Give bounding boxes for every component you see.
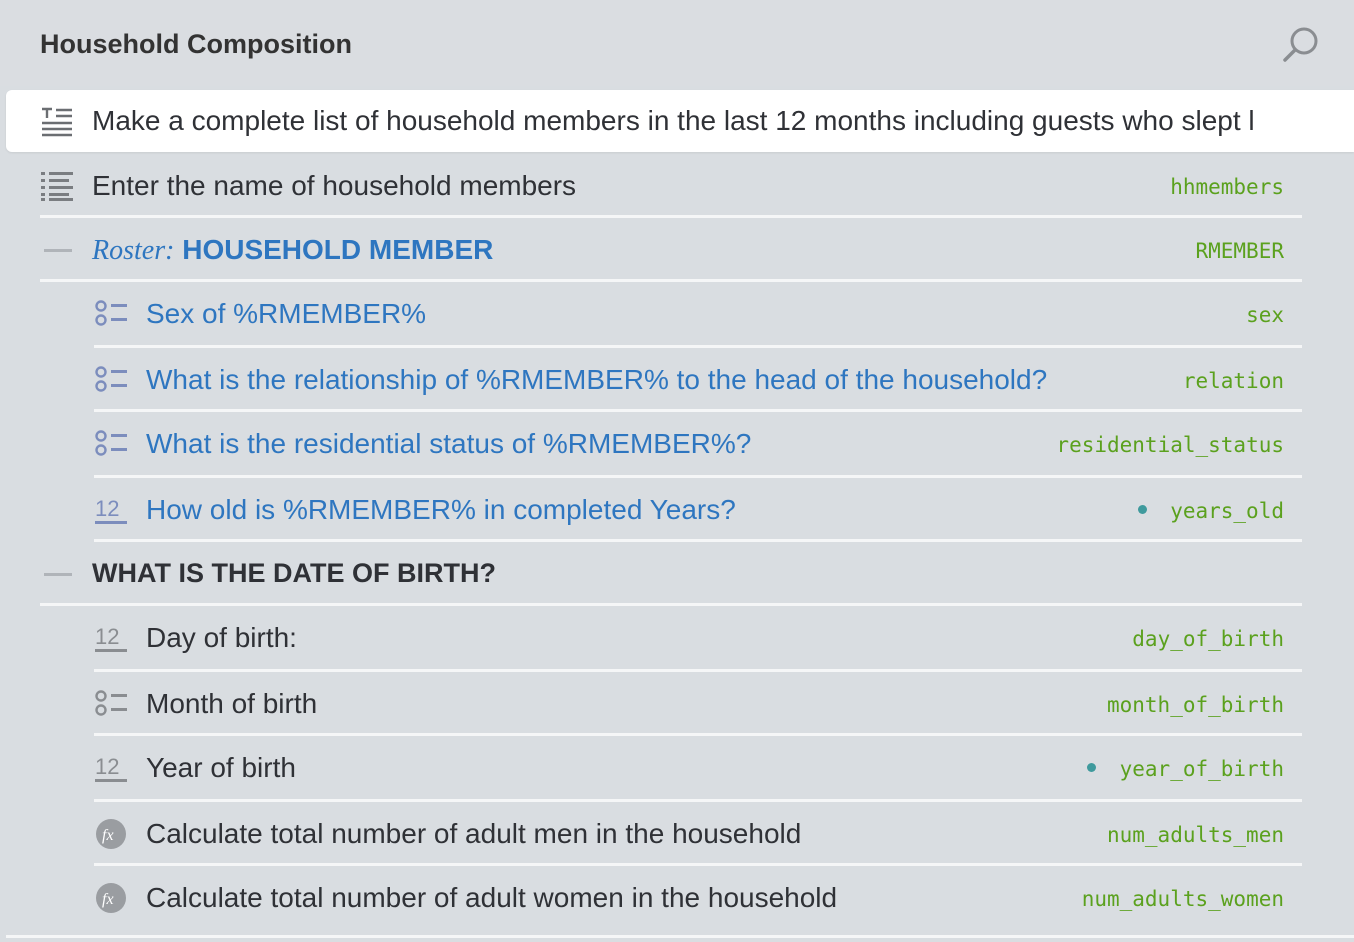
svg-text:fx: fx	[102, 827, 114, 844]
variable-fx-icon: fx	[96, 819, 126, 849]
question-row-sex[interactable]: Sex of %RMEMBER% sex	[94, 282, 1284, 344]
svg-text:12: 12	[95, 754, 119, 779]
variable-name: sex	[1246, 303, 1284, 327]
collapse-icon[interactable]	[44, 558, 78, 590]
variable-name: num_adults_men	[1106, 823, 1284, 847]
svg-text:fx: fx	[102, 891, 114, 908]
numeric-icon: 12	[95, 754, 127, 782]
section-title: Household Composition	[40, 29, 352, 59]
question-row-hhmembers[interactable]: Enter the name of household members hhme…	[40, 154, 1284, 216]
numeric-icon: 12	[95, 496, 127, 524]
question-text: Month of birth	[146, 688, 318, 719]
variable-text: Calculate total number of adult men in t…	[146, 818, 802, 849]
question-text: How old is %RMEMBER% in completed Years?	[146, 494, 736, 525]
roster-title: Roster: HOUSEHOLD MEMBER	[92, 234, 493, 267]
question-row-month-of-birth[interactable]: Month of birth month_of_birth	[94, 672, 1284, 734]
static-text-row[interactable]: Make a complete list of household member…	[6, 90, 1354, 152]
question-row-relation[interactable]: What is the relationship of %RMEMBER% to…	[94, 348, 1284, 410]
row-divider	[6, 935, 1354, 938]
list-question-icon	[41, 172, 73, 201]
roster-prefix: Roster:	[92, 235, 175, 266]
question-row-residential-status[interactable]: What is the residential status of %RMEMB…	[94, 412, 1284, 474]
question-row-years-old[interactable]: 12 How old is %RMEMBER% in completed Yea…	[94, 478, 1284, 540]
group-row[interactable]: WHAT IS THE DATE OF BIRTH?	[40, 542, 1284, 604]
collapse-icon[interactable]	[44, 234, 78, 266]
section-header: Household Composition	[0, 0, 1354, 86]
variable-name: month_of_birth	[1106, 693, 1284, 717]
single-select-icon	[95, 366, 127, 392]
numeric-icon: 12	[95, 624, 127, 652]
single-select-icon	[95, 430, 127, 456]
question-text: Day of birth:	[146, 622, 297, 653]
variable-text: Calculate total number of adult women in…	[146, 882, 838, 913]
question-text: What is the relationship of %RMEMBER% to…	[146, 364, 1048, 395]
variable-name: hhmembers	[1170, 175, 1284, 199]
variable-fx-icon: fx	[96, 883, 126, 913]
variable-row-num-adults-women[interactable]: fx Calculate total number of adult women…	[94, 866, 1284, 928]
variable-name: num_adults_women	[1081, 887, 1284, 911]
variable-name: day_of_birth	[1132, 627, 1284, 651]
roster-name: HOUSEHOLD MEMBER	[182, 234, 494, 265]
question-text: Year of birth	[146, 752, 296, 783]
variable-name: residential_status	[1056, 433, 1284, 457]
variable-name: year_of_birth	[1119, 757, 1284, 781]
variable-name: years_old	[1170, 499, 1284, 523]
static-text: Make a complete list of household member…	[92, 105, 1255, 136]
question-row-day-of-birth[interactable]: 12 Day of birth: day_of_birth	[94, 606, 1284, 668]
svg-text:12: 12	[95, 624, 119, 649]
question-text: Sex of %RMEMBER%	[146, 298, 427, 329]
text-static-icon	[42, 107, 72, 137]
roster-variable: RMEMBER	[1195, 239, 1284, 263]
single-select-icon	[95, 300, 127, 326]
marker-dot	[1138, 505, 1147, 514]
group-title: WHAT IS THE DATE OF BIRTH?	[92, 558, 496, 588]
variable-row-num-adults-men[interactable]: fx Calculate total number of adult men i…	[94, 802, 1284, 864]
single-select-icon	[95, 690, 127, 716]
search-icon[interactable]	[1280, 22, 1324, 66]
question-text: What is the residential status of %RMEMB…	[146, 428, 752, 459]
variable-name: relation	[1182, 369, 1284, 393]
question-row-year-of-birth[interactable]: 12 Year of birth year_of_birth	[94, 736, 1284, 798]
question-text: Enter the name of household members	[92, 170, 577, 201]
svg-text:12: 12	[95, 496, 119, 521]
marker-dot	[1087, 763, 1096, 772]
roster-row[interactable]: Roster: HOUSEHOLD MEMBER RMEMBER	[40, 218, 1284, 280]
